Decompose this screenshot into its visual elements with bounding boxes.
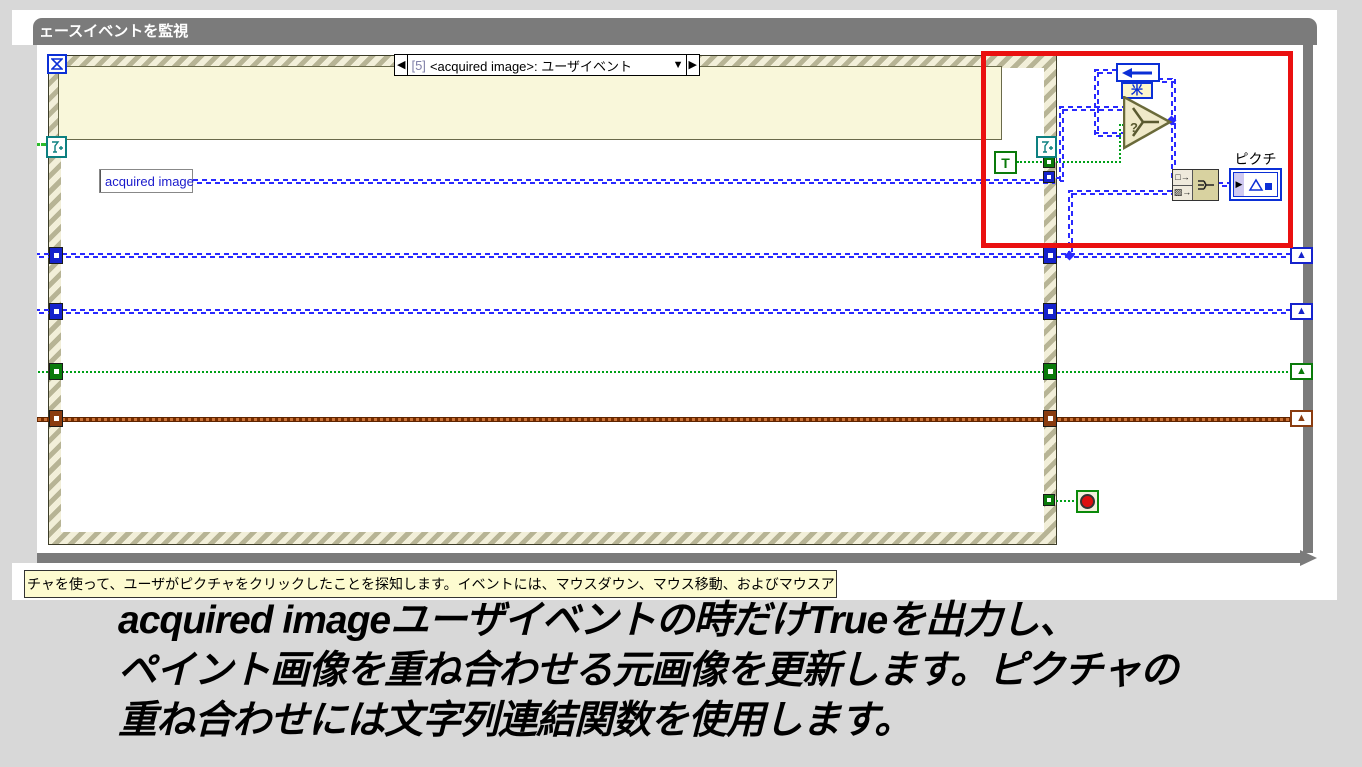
boolean-wire-row bbox=[35, 371, 1292, 373]
acquired-image-wire bbox=[193, 179, 1055, 184]
case-dropdown-icon[interactable]: ▼ bbox=[671, 55, 686, 75]
caption-line-1: acquired imageユーザイベントの時だけTrueを出力し、 bbox=[118, 596, 1348, 646]
case-name[interactable]: <acquired image>: ユーザイベント bbox=[430, 56, 632, 75]
context-help-tooltip: チャを使って、ユーザがピクチャをクリックしたことを探知します。イベントには、マウ… bbox=[24, 570, 837, 598]
event-case-selector[interactable]: ◀ [5] <acquired image>: ユーザイベント ▼ ▶ bbox=[394, 54, 700, 76]
right-tunnel-picture-1[interactable] bbox=[1043, 247, 1057, 264]
loop-condition-stop-terminal[interactable] bbox=[1076, 490, 1099, 513]
tooltip-text: チャを使って、ユーザがピクチャをクリックしたことを探知します。イベントには、マウ… bbox=[27, 576, 837, 592]
picture-wire-row-2 bbox=[35, 309, 1292, 314]
dynamic-event-terminal-left[interactable] bbox=[46, 136, 67, 158]
stop-icon bbox=[1080, 494, 1095, 509]
error-wire-row bbox=[35, 417, 1292, 422]
acquired-image-event-label[interactable]: acquired image bbox=[99, 169, 193, 193]
left-tunnel-picture-2[interactable] bbox=[49, 303, 63, 320]
shift-register-up-icon: ▲ bbox=[1296, 306, 1307, 317]
right-tunnel-error[interactable] bbox=[1043, 410, 1057, 427]
while-loop-subdiagram-label: ェースイベントを監視 bbox=[33, 18, 1317, 45]
annotation-caption: acquired imageユーザイベントの時だけTrueを出力し、 ペイント画… bbox=[118, 596, 1348, 746]
left-tunnel-picture-1[interactable] bbox=[49, 247, 63, 264]
picture-wire-row-1 bbox=[35, 253, 1292, 258]
event-registration-icon bbox=[50, 140, 64, 155]
while-loop-corner bbox=[1300, 550, 1317, 566]
right-tunnel-picture-2[interactable] bbox=[1043, 303, 1057, 320]
loop-label-text: ェースイベントを監視 bbox=[39, 23, 188, 40]
while-loop-bottom-border bbox=[23, 553, 1305, 563]
crop-edge-strip bbox=[0, 45, 37, 563]
left-tunnel-error[interactable] bbox=[49, 410, 63, 427]
shift-register-up-icon: ▲ bbox=[1296, 250, 1307, 261]
case-next-arrow-icon[interactable]: ▶ bbox=[687, 55, 699, 75]
shift-register-error[interactable]: ▲ bbox=[1290, 410, 1313, 427]
shift-register-up-icon: ▲ bbox=[1296, 413, 1307, 424]
right-tunnel-boolean[interactable] bbox=[1043, 363, 1057, 380]
stop-wire bbox=[1056, 500, 1078, 502]
case-previous-arrow-icon[interactable]: ◀ bbox=[395, 55, 407, 75]
left-tunnel-boolean[interactable] bbox=[49, 363, 63, 380]
tunnel-stop-out[interactable] bbox=[1043, 494, 1055, 506]
shift-register-up-icon: ▲ bbox=[1296, 366, 1307, 377]
acquired-image-text: acquired image bbox=[101, 174, 194, 189]
shift-register-boolean[interactable]: ▲ bbox=[1290, 363, 1313, 380]
free-label-box[interactable] bbox=[58, 66, 1002, 140]
event-timeout-terminal[interactable] bbox=[47, 54, 67, 74]
while-loop-right-border bbox=[1303, 45, 1313, 553]
caption-line-2: ペイント画像を重ね合わせる元画像を更新します。ピクチャの bbox=[118, 646, 1348, 696]
hourglass-icon bbox=[51, 58, 63, 70]
red-highlight-rectangle bbox=[981, 51, 1293, 248]
case-index: [5] bbox=[411, 58, 425, 73]
selector-divider bbox=[407, 55, 408, 75]
shift-register-picture-2[interactable]: ▲ bbox=[1290, 303, 1313, 320]
caption-line-3: 重ね合わせには文字列連結関数を使用します。 bbox=[118, 696, 1348, 746]
shift-register-picture-1[interactable]: ▲ bbox=[1290, 247, 1313, 264]
